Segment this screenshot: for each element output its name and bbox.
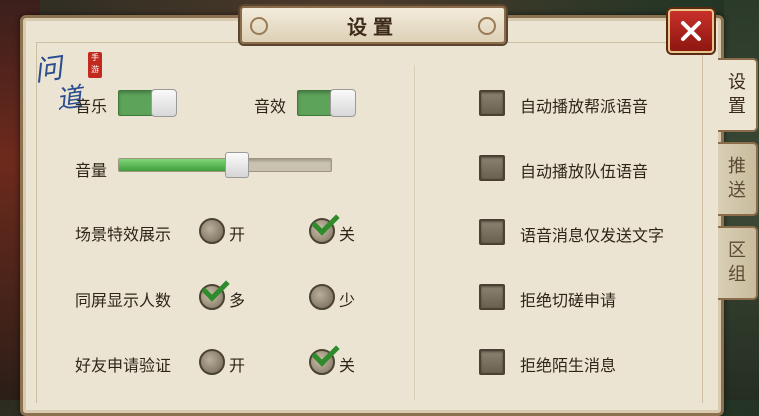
refuse-duel-label: 拒绝切磋申请 — [520, 291, 617, 310]
scene-effects-off-label: 关 — [339, 225, 356, 244]
sfx-label: 音效 — [254, 97, 287, 116]
music-toggle-knob — [151, 89, 177, 117]
same-screen-label: 同屏显示人数 — [75, 291, 172, 310]
close-button[interactable] — [668, 9, 714, 53]
scene-effects-label: 场景特效展示 — [75, 225, 172, 244]
auto-play-guild-voice-checkbox[interactable] — [479, 90, 505, 116]
same-screen-many-label: 多 — [229, 291, 246, 310]
scene-effects-on-label: 开 — [229, 225, 246, 244]
volume-slider[interactable] — [118, 152, 332, 178]
auto-play-team-voice-checkbox[interactable] — [479, 155, 505, 181]
auto-play-guild-voice-label: 自动播放帮派语音 — [520, 97, 649, 116]
sfx-toggle[interactable] — [297, 89, 356, 117]
friend-verify-off-radio[interactable] — [309, 349, 335, 375]
tab-settings-label-bottom: 置 — [728, 96, 746, 117]
voice-text-only-label: 语音消息仅发送文字 — [520, 226, 665, 245]
column-divider — [414, 65, 416, 400]
logo-badge: 手游 — [88, 52, 102, 78]
music-toggle[interactable] — [118, 89, 177, 117]
tab-settings[interactable]: 设 置 — [718, 58, 758, 132]
page-title: 设置 — [347, 14, 399, 39]
voice-text-only-checkbox[interactable] — [479, 219, 505, 245]
tab-push-label-top: 推 — [728, 156, 746, 177]
friend-verify-label: 好友申请验证 — [75, 356, 172, 375]
same-screen-many-radio[interactable] — [199, 284, 225, 310]
auto-play-team-voice-label: 自动播放队伍语音 — [520, 162, 649, 181]
tab-server[interactable]: 区 组 — [718, 226, 758, 300]
sfx-toggle-knob — [330, 89, 356, 117]
scene-effects-off-radio[interactable] — [309, 218, 335, 244]
title-bar: 设置 — [240, 6, 506, 44]
close-icon — [681, 21, 701, 41]
volume-slider-knob[interactable] — [224, 152, 249, 178]
scene-effects-on-radio[interactable] — [199, 218, 225, 244]
tab-push[interactable]: 推 送 — [718, 142, 758, 216]
friend-verify-on-radio[interactable] — [199, 349, 225, 375]
friend-verify-on-label: 开 — [229, 356, 246, 375]
tab-settings-label-top: 设 — [728, 72, 746, 93]
refuse-stranger-checkbox[interactable] — [479, 349, 505, 375]
tab-server-label-bottom: 组 — [728, 264, 746, 285]
friend-verify-off-label: 关 — [339, 356, 356, 375]
volume-slider-fill — [119, 159, 236, 171]
tab-push-label-bottom: 送 — [728, 180, 746, 201]
volume-label: 音量 — [75, 161, 108, 180]
refuse-duel-checkbox[interactable] — [479, 284, 505, 310]
refuse-stranger-label: 拒绝陌生消息 — [520, 356, 617, 375]
same-screen-few-radio[interactable] — [309, 284, 335, 310]
tab-server-label-top: 区 — [728, 240, 746, 261]
same-screen-few-label: 少 — [339, 291, 356, 310]
music-label: 音乐 — [75, 97, 108, 116]
